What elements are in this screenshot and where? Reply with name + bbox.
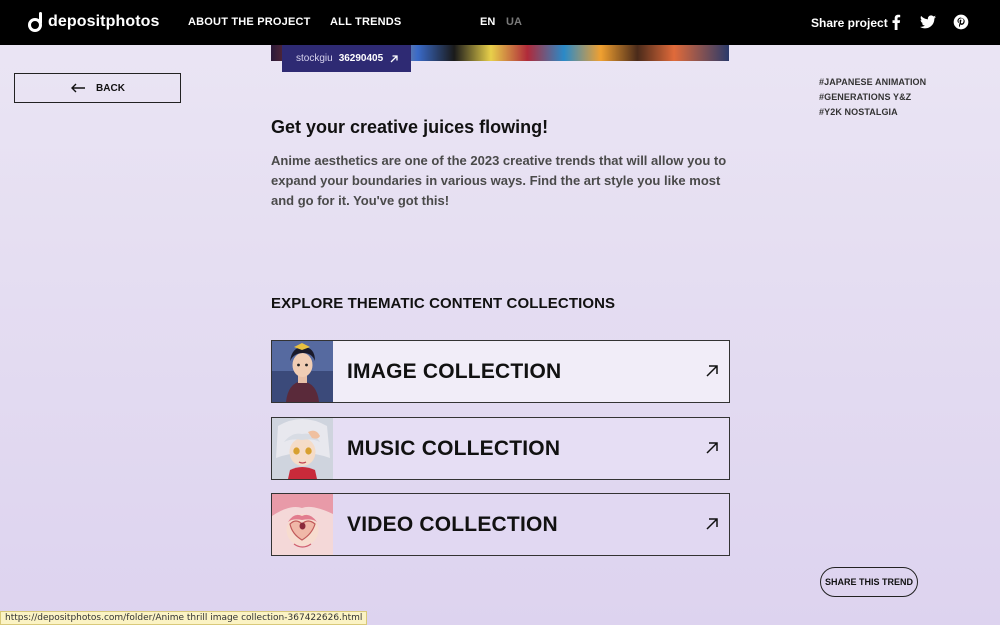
nav-about-project[interactable]: ABOUT THE PROJECT [188, 16, 311, 28]
pinterest-icon[interactable] [952, 13, 970, 31]
share-project-label: Share project [811, 16, 888, 30]
lang-ua-link[interactable]: UA [506, 16, 522, 28]
logo-icon [28, 12, 42, 32]
music-collection-label: MUSIC COLLECTION [347, 436, 561, 460]
external-arrow-icon [706, 442, 718, 454]
tag-y2k-nostalgia[interactable]: #Y2K NOSTALGIA [819, 105, 926, 120]
music-collection-card[interactable]: MUSIC COLLECTION [271, 417, 730, 480]
nav-all-trends[interactable]: ALL TRENDS [330, 16, 401, 28]
image-credit-tag[interactable]: stockgiu 36290405 [282, 45, 411, 72]
back-button[interactable]: BACK [14, 73, 181, 103]
twitter-icon[interactable] [919, 13, 937, 31]
facebook-icon[interactable] [887, 13, 905, 31]
video-collection-card[interactable]: VIDEO COLLECTION [271, 493, 730, 556]
music-collection-thumbnail [272, 418, 333, 479]
video-collection-thumbnail [272, 494, 333, 555]
share-this-trend-button[interactable]: SHARE THIS TREND [820, 567, 918, 597]
section-heading: Get your creative juices flowing! [271, 117, 549, 137]
image-collection-label: IMAGE COLLECTION [347, 359, 562, 383]
image-collection-card[interactable]: IMAGE COLLECTION [271, 340, 730, 403]
external-arrow-icon [706, 518, 718, 530]
credit-id: 36290405 [338, 53, 384, 64]
image-collection-thumbnail [272, 341, 333, 402]
explore-collections-title: EXPLORE THEMATIC CONTENT COLLECTIONS [271, 295, 616, 312]
lang-en-link[interactable]: EN [480, 16, 495, 28]
section-paragraph: Anime aesthetics are one of the 2023 cre… [271, 153, 727, 208]
arrow-left-icon [71, 83, 86, 93]
top-navbar: depositphotos ABOUT THE PROJECT ALL TREN… [0, 0, 1000, 45]
credit-author: stockgiu [296, 53, 333, 64]
depositphotos-logo[interactable]: depositphotos [28, 12, 160, 32]
video-collection-label: VIDEO COLLECTION [347, 512, 558, 536]
back-button-label: BACK [96, 82, 125, 94]
tag-generations[interactable]: #GENERATIONS Y&Z [819, 90, 926, 105]
logo-text: depositphotos [48, 13, 160, 30]
external-arrow-icon [706, 365, 718, 377]
browser-status-url: https://depositphotos.com/folder/Anime t… [0, 611, 368, 625]
trend-tags: #JAPANESE ANIMATION #GENERATIONS Y&Z #Y2… [819, 75, 926, 120]
tag-japanese-animation[interactable]: #JAPANESE ANIMATION [819, 75, 926, 90]
external-arrow-icon [390, 54, 398, 62]
